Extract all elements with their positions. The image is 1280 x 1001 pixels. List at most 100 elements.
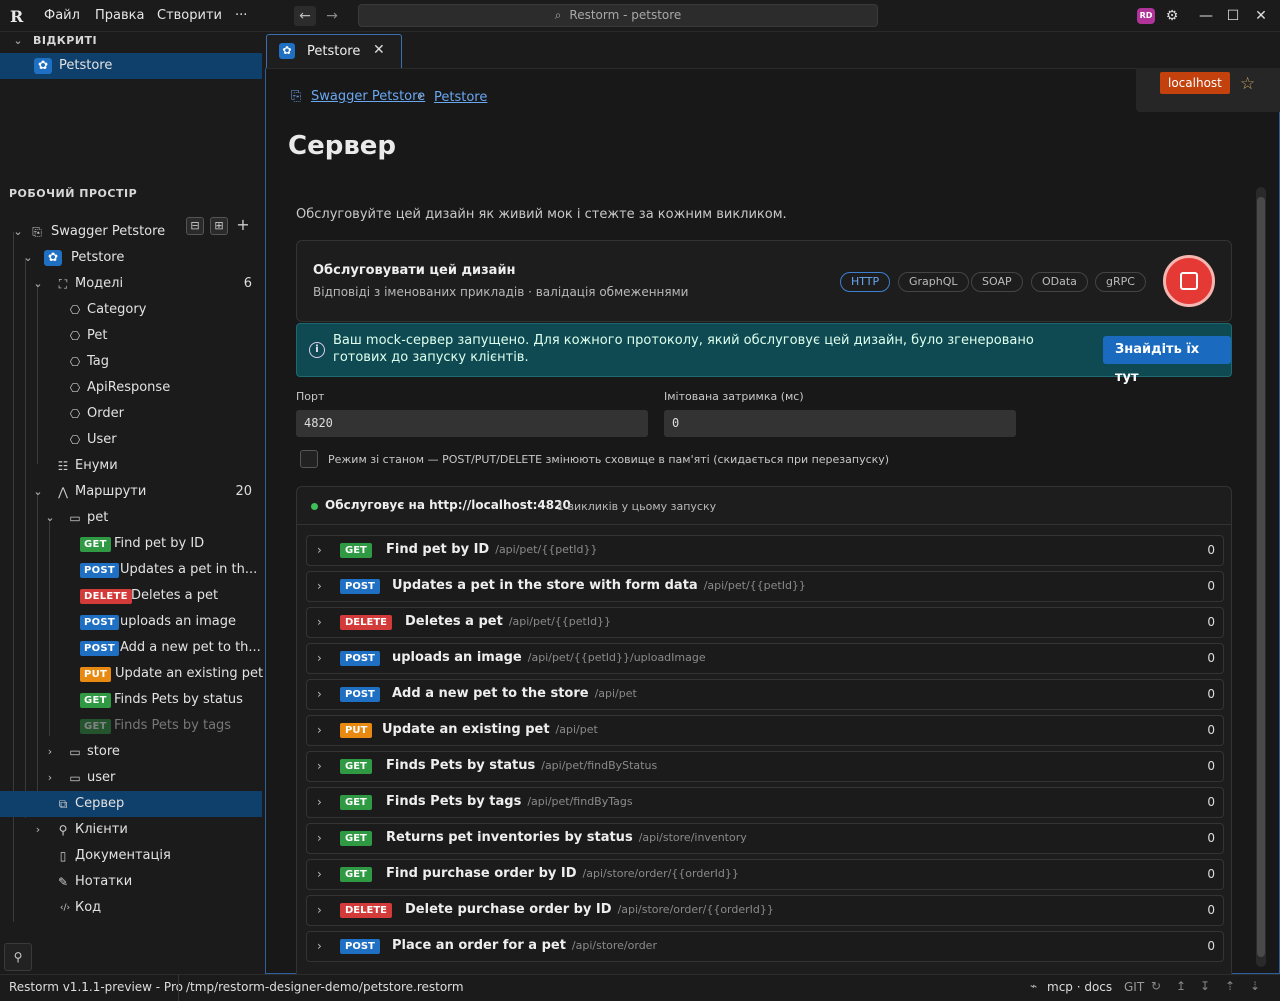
- tree-item[interactable]: ⌄ ▭ pet: [0, 505, 262, 531]
- chevron-right-icon[interactable]: ›: [317, 867, 322, 881]
- upload-icon[interactable]: ↥: [1176, 979, 1186, 993]
- tree-item[interactable]: › ⚲ Клієнти: [0, 817, 262, 843]
- chevron-right-icon[interactable]: ›: [32, 817, 44, 843]
- tree-item[interactable]: GET Find pet by ID: [0, 531, 262, 557]
- route-row[interactable]: › GET Find pet by ID/api/pet/{{petId}} 0: [306, 535, 1224, 566]
- tree-item[interactable]: › ▭ user: [0, 765, 262, 791]
- chevron-down-icon[interactable]: ⌄: [44, 505, 56, 531]
- menu-more[interactable]: ···: [235, 8, 247, 23]
- tree-item[interactable]: GET Finds Pets by tags: [0, 713, 262, 739]
- route-row[interactable]: › PUT Update an existing pet/api/pet 0: [306, 715, 1224, 746]
- menu-create[interactable]: Створити: [157, 8, 222, 23]
- route-row[interactable]: › GET Returns pet inventories by status/ap…: [306, 823, 1224, 854]
- chevron-down-icon[interactable]: ⌄: [22, 245, 34, 271]
- chevron-right-icon[interactable]: ›: [317, 759, 322, 773]
- find-clients-button[interactable]: Знайдіть їх тут: [1103, 336, 1231, 385]
- tree-item[interactable]: ⌄ ✿ Petstore: [0, 245, 262, 271]
- app-logo-icon[interactable]: R: [10, 7, 28, 26]
- tree-item[interactable]: POST Add a new pet to th...: [0, 635, 262, 661]
- breadcrumb-workspace[interactable]: Swagger Petstore: [311, 89, 425, 104]
- open-item-petstore[interactable]: ✿ Petstore: [0, 53, 262, 79]
- mcp-status[interactable]: mcp · docs: [1047, 980, 1112, 994]
- tab-petstore[interactable]: ✿ Petstore ✕: [266, 34, 402, 68]
- chevron-down-icon[interactable]: ⌄: [32, 271, 44, 297]
- chevron-right-icon[interactable]: ›: [44, 765, 56, 791]
- protocol-pill[interactable]: OData: [1031, 272, 1088, 292]
- stop-server-button[interactable]: [1163, 255, 1215, 307]
- tree-item[interactable]: ☷ Енуми: [0, 453, 262, 479]
- route-row[interactable]: › GET Find purchase order by ID/api/store/…: [306, 859, 1224, 890]
- tree-item[interactable]: ‹/› Код: [0, 895, 262, 921]
- download-icon[interactable]: ↧: [1200, 979, 1210, 993]
- download-icon[interactable]: ⇣: [1250, 979, 1260, 993]
- chevron-right-icon[interactable]: ›: [317, 903, 322, 917]
- open-section-toggle[interactable]: ⌄ ВІДКРИТІ: [0, 28, 262, 54]
- chevron-right-icon[interactable]: ›: [317, 831, 322, 845]
- tree-item[interactable]: PUT Update an existing pet: [0, 661, 263, 687]
- tree-item[interactable]: POST Updates a pet in th...: [0, 557, 262, 583]
- command-search[interactable]: ⌕ Restorm - petstore: [358, 4, 878, 27]
- tree-item[interactable]: ⌄ ⎘ Swagger Petstore: [0, 219, 262, 245]
- protocol-pill[interactable]: gRPC: [1095, 272, 1146, 292]
- file-path[interactable]: /tmp/restorm-designer-demo/petstore.rest…: [186, 980, 464, 994]
- pin-icon[interactable]: ⚲: [4, 943, 32, 971]
- route-row[interactable]: › POST Place an order for a pet/api/store/…: [306, 931, 1224, 962]
- tree-item[interactable]: ⎔ Tag: [0, 349, 262, 375]
- tree-item[interactable]: POST uploads an image: [0, 609, 262, 635]
- chevron-right-icon[interactable]: ›: [317, 723, 322, 737]
- chevron-right-icon[interactable]: ›: [317, 795, 322, 809]
- chevron-right-icon[interactable]: ›: [317, 651, 322, 665]
- refresh-icon[interactable]: ↻: [1151, 979, 1161, 993]
- stateful-checkbox[interactable]: [300, 450, 318, 468]
- upload-icon[interactable]: ⇡: [1225, 979, 1235, 993]
- minimize-button[interactable]: —: [1196, 6, 1216, 26]
- chevron-right-icon[interactable]: ›: [44, 739, 56, 765]
- route-row[interactable]: › POST Add a new pet to the store/api/pet 0: [306, 679, 1224, 710]
- star-icon[interactable]: ☆: [1240, 74, 1255, 94]
- back-button[interactable]: ←: [294, 6, 316, 26]
- tree-item[interactable]: ⌄ ⋀ Маршрути 20: [0, 479, 262, 505]
- environment-badge[interactable]: localhost: [1160, 72, 1230, 94]
- chevron-right-icon[interactable]: ›: [317, 579, 322, 593]
- protocol-pill[interactable]: SOAP: [971, 272, 1023, 292]
- maximize-button[interactable]: ☐: [1223, 6, 1243, 26]
- tree-item[interactable]: ⎔ Order: [0, 401, 262, 427]
- route-row[interactable]: › GET Finds Pets by status/api/pet/findByS…: [306, 751, 1224, 782]
- tree-item[interactable]: ⌄ ⛶ Моделі 6: [0, 271, 262, 297]
- route-row[interactable]: › GET Finds Pets by tags/api/pet/findByTag…: [306, 787, 1224, 818]
- latency-input[interactable]: 0: [664, 410, 1016, 437]
- route-row[interactable]: › DELETE Delete purchase order by ID/api/s…: [306, 895, 1224, 926]
- protocol-pill[interactable]: HTTP: [840, 272, 891, 292]
- chevron-right-icon[interactable]: ›: [317, 939, 322, 953]
- route-row[interactable]: › POST uploads an image/api/pet/{{petId}}/…: [306, 643, 1224, 674]
- chevron-right-icon[interactable]: ›: [317, 543, 322, 557]
- protocol-pill[interactable]: GraphQL: [898, 272, 969, 292]
- route-row[interactable]: › DELETE Deletes a pet/api/pet/{{petId}} 0: [306, 607, 1224, 638]
- tree-item[interactable]: ✎ Нотатки: [0, 869, 262, 895]
- tree-item[interactable]: ⎔ ApiResponse: [0, 375, 262, 401]
- tree-item[interactable]: ⧉ Сервер: [0, 791, 262, 817]
- tree-item[interactable]: ⎔ Pet: [0, 323, 262, 349]
- tree-item[interactable]: DELETE Deletes a pet: [0, 583, 262, 609]
- tree-item[interactable]: › ▭ store: [0, 739, 262, 765]
- gear-icon[interactable]: ⚙: [1162, 6, 1182, 26]
- close-window-button[interactable]: ✕: [1251, 6, 1271, 26]
- chevron-right-icon[interactable]: ›: [317, 615, 322, 629]
- scrollbar-thumb[interactable]: [1257, 197, 1265, 957]
- breadcrumb-design[interactable]: Petstore: [434, 90, 487, 105]
- tree-item[interactable]: ▯ Документація: [0, 843, 262, 869]
- tree-item[interactable]: ⎔ User: [0, 427, 262, 453]
- chevron-down-icon[interactable]: ⌄: [12, 219, 24, 245]
- avatar[interactable]: RD: [1137, 8, 1155, 24]
- tree-item[interactable]: GET Finds Pets by status: [0, 687, 262, 713]
- scrollbar[interactable]: [1256, 187, 1266, 967]
- route-row[interactable]: › POST Updates a pet in the store with for…: [306, 571, 1224, 602]
- port-input[interactable]: 4820: [296, 410, 648, 437]
- forward-button[interactable]: →: [321, 6, 343, 26]
- chevron-down-icon[interactable]: ⌄: [32, 479, 44, 505]
- chevron-right-icon[interactable]: ›: [317, 687, 322, 701]
- menu-edit[interactable]: Правка: [95, 8, 144, 23]
- close-icon[interactable]: ✕: [373, 42, 385, 58]
- menu-file[interactable]: Файл: [44, 8, 80, 23]
- tree-item[interactable]: ⎔ Category: [0, 297, 262, 323]
